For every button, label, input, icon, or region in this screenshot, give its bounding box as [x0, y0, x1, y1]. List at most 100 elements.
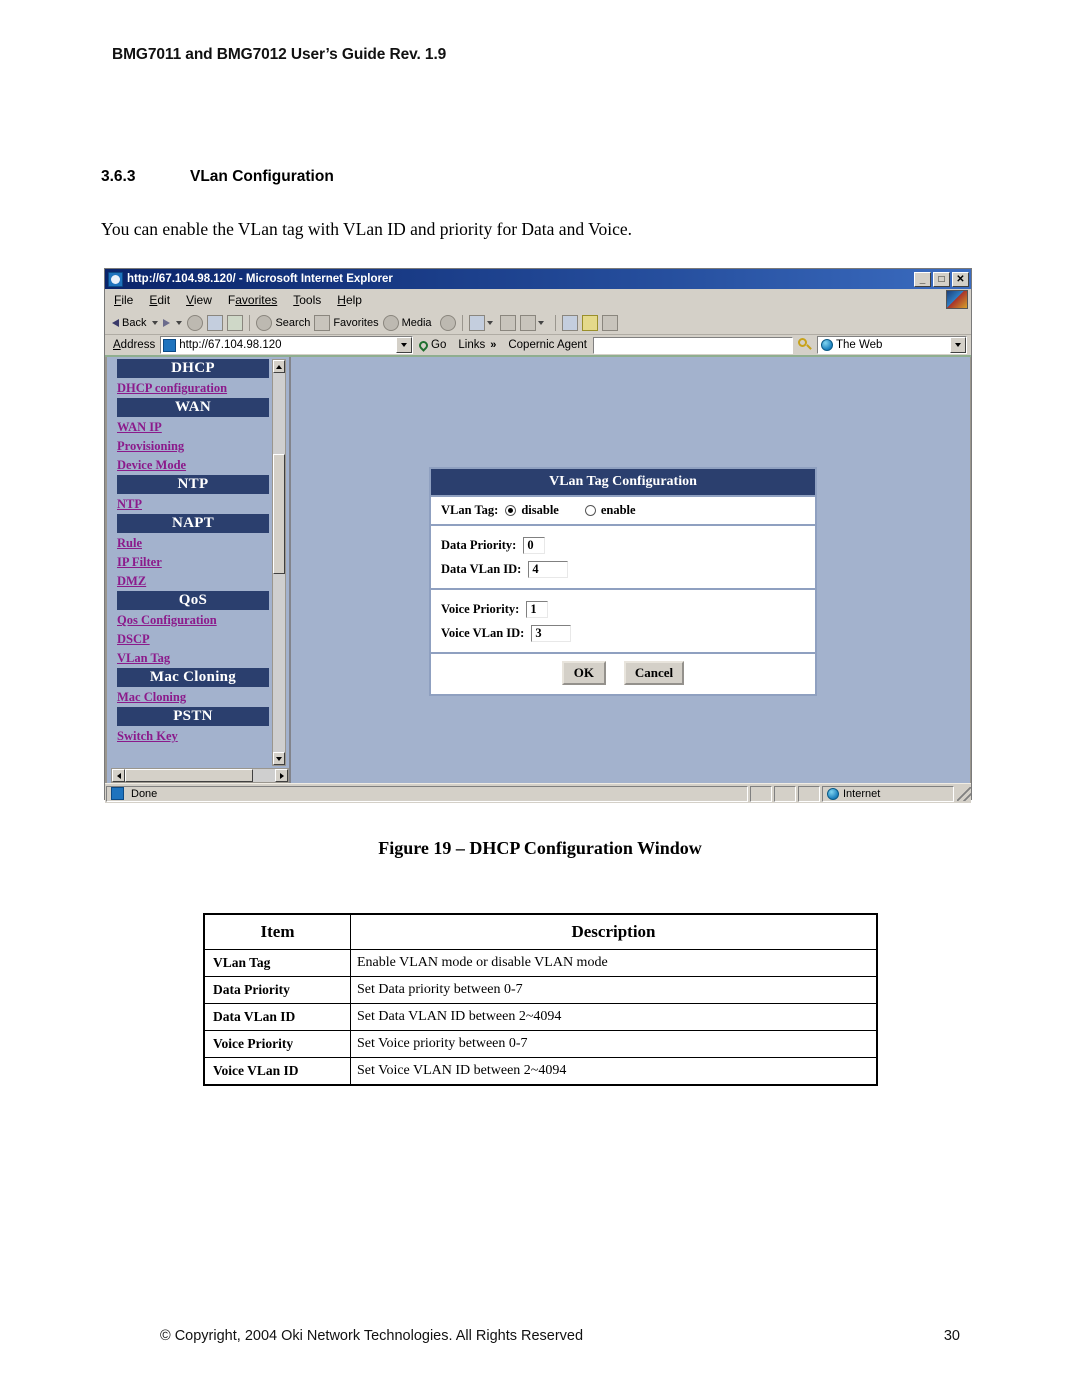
voice-priority-input[interactable]: 1 [526, 601, 549, 618]
chevron-right-icon: » [490, 339, 497, 351]
go-button[interactable]: Go [413, 338, 452, 352]
globe-icon [821, 339, 833, 351]
nav-link-device-mode[interactable]: Device Mode [117, 456, 269, 475]
nav-link-switch-key[interactable]: Switch Key [117, 727, 269, 746]
vlan-tag-enable-option[interactable]: enable [584, 503, 636, 518]
status-message: Done [131, 787, 158, 800]
messenger-icon[interactable] [561, 314, 578, 331]
menu-edit[interactable]: Edit [149, 293, 170, 307]
vlan-tag-disable-option[interactable]: disable [505, 503, 559, 518]
stop-icon[interactable] [187, 314, 204, 331]
mail-dropdown-icon[interactable] [486, 320, 493, 325]
print-icon[interactable] [499, 314, 516, 331]
favorites-button[interactable]: Favorites [314, 314, 379, 331]
nav-link-ip-filter[interactable]: IP Filter [117, 553, 269, 572]
edit-dropdown-icon[interactable] [537, 320, 544, 325]
data-vlan-id-label: Data VLan ID: [441, 562, 522, 576]
resize-grip[interactable] [957, 786, 971, 801]
nav-group-dhcp: DHCP [117, 359, 269, 378]
nav-link-vlan-tag[interactable]: VLan Tag [117, 649, 269, 668]
maximize-button[interactable]: □ [933, 271, 950, 287]
data-vlan-id-input[interactable]: 4 [528, 561, 569, 578]
address-dropdown-button[interactable] [396, 337, 413, 353]
search-scope-dropdown-button[interactable] [950, 337, 966, 353]
data-priority-input[interactable]: 0 [523, 537, 546, 554]
home-icon[interactable] [227, 314, 244, 331]
close-button[interactable]: ✕ [952, 271, 969, 287]
figure-caption: Figure 19 – DHCP Configuration Window [378, 838, 702, 858]
status-message-panel: Done [106, 785, 748, 802]
mail-icon[interactable] [468, 314, 485, 331]
nav-link-provisioning[interactable]: Provisioning [117, 437, 269, 456]
copernic-agent-label: Copernic Agent [508, 339, 587, 351]
magnifier-icon[interactable] [797, 337, 813, 353]
nav-link-rule[interactable]: Rule [117, 534, 269, 553]
search-scope-select[interactable]: The Web [817, 336, 967, 354]
scroll-left-icon[interactable] [112, 769, 125, 782]
refresh-icon[interactable] [207, 314, 224, 331]
navigation-horizontal-scrollbar[interactable] [111, 768, 289, 783]
edit-icon[interactable] [519, 314, 536, 331]
radio-enable-icon[interactable] [584, 505, 596, 516]
menu-file[interactable]: File [114, 293, 133, 307]
intro-paragraph: You can enable the VLan tag with VLan ID… [101, 219, 633, 239]
favorites-star-icon [314, 314, 331, 331]
address-label: Address [113, 339, 156, 351]
back-dropdown-icon[interactable] [152, 320, 159, 325]
nav-link-qos-configuration[interactable]: Qos Configuration [117, 611, 269, 630]
search-button[interactable]: Search [256, 314, 310, 331]
table-row: Data Priority Set Data priority between … [203, 976, 878, 1004]
voice-vlan-id-input[interactable]: 3 [531, 625, 572, 642]
menu-view[interactable]: View [186, 293, 212, 307]
back-button[interactable]: Back [112, 317, 146, 329]
cancel-button[interactable]: Cancel [623, 661, 685, 685]
row-desc-data-priority: Set Data priority between 0-7 [350, 976, 878, 1004]
radio-disable-icon[interactable] [505, 505, 517, 516]
column-header-description: Description [350, 913, 878, 950]
menu-favorites[interactable]: Favorites [228, 293, 277, 307]
panel-title: VLan Tag Configuration [431, 469, 815, 497]
forward-dropdown-icon[interactable] [176, 320, 183, 325]
nav-group-mac-cloning: Mac Cloning [117, 668, 269, 687]
horizontal-scrollbar-thumb[interactable] [125, 769, 253, 782]
ok-button[interactable]: OK [561, 661, 606, 685]
address-input[interactable]: http://67.104.98.120 [160, 336, 414, 354]
row-desc-data-vlan-id: Set Data VLAN ID between 2~4094 [350, 1003, 878, 1031]
menu-tools[interactable]: Tools [293, 293, 321, 307]
browser-menubar: File Edit View Favorites Tools Help [105, 289, 971, 311]
nav-link-dhcp-configuration[interactable]: DHCP configuration [117, 379, 269, 398]
scroll-down-icon[interactable] [273, 752, 285, 765]
nav-link-ntp[interactable]: NTP [117, 495, 269, 514]
toolbar-separator [249, 314, 251, 331]
browser-titlebar: http://67.104.98.120/ - Microsoft Intern… [105, 269, 971, 289]
security-zone-panel[interactable]: Internet [822, 785, 954, 802]
vertical-scrollbar-thumb[interactable] [273, 454, 285, 574]
extra-tool-icon[interactable] [601, 314, 618, 331]
menu-help[interactable]: Help [337, 293, 362, 307]
media-button[interactable]: Media [382, 314, 432, 331]
scroll-right-icon[interactable] [275, 769, 288, 782]
history-icon[interactable] [439, 314, 456, 331]
nav-link-dmz[interactable]: DMZ [117, 572, 269, 591]
navigation-frame: DHCP DHCP configuration WAN WAN IP Provi… [111, 357, 291, 783]
browser-title-text: http://67.104.98.120/ - Microsoft Intern… [127, 273, 393, 285]
row-item-data-vlan-id: Data VLan ID [203, 1003, 351, 1031]
links-button[interactable]: Links» [452, 339, 502, 351]
arrow-right-icon [163, 318, 171, 327]
status-blank-panel-3 [798, 785, 820, 802]
forward-button[interactable] [163, 318, 171, 327]
table-row: Voice Priority Set Voice priority betwee… [203, 1030, 878, 1058]
minimize-button[interactable]: _ [914, 271, 931, 287]
nav-link-dscp[interactable]: DSCP [117, 630, 269, 649]
window-controls: _ □ ✕ [914, 271, 969, 287]
navigation-vertical-scrollbar[interactable] [272, 359, 286, 766]
nav-link-mac-cloning[interactable]: Mac Cloning [117, 688, 269, 707]
key-icon[interactable] [581, 314, 598, 331]
panel-actions: OK Cancel [431, 654, 815, 694]
copernic-search-input[interactable] [593, 336, 793, 354]
vlan-tag-row: VLan Tag: disable enable [431, 497, 815, 526]
page-icon [163, 338, 177, 352]
scroll-up-icon[interactable] [273, 360, 285, 373]
nav-link-wan-ip[interactable]: WAN IP [117, 418, 269, 437]
data-settings-row: Data Priority: 0 Data VLan ID: 4 [431, 526, 815, 590]
